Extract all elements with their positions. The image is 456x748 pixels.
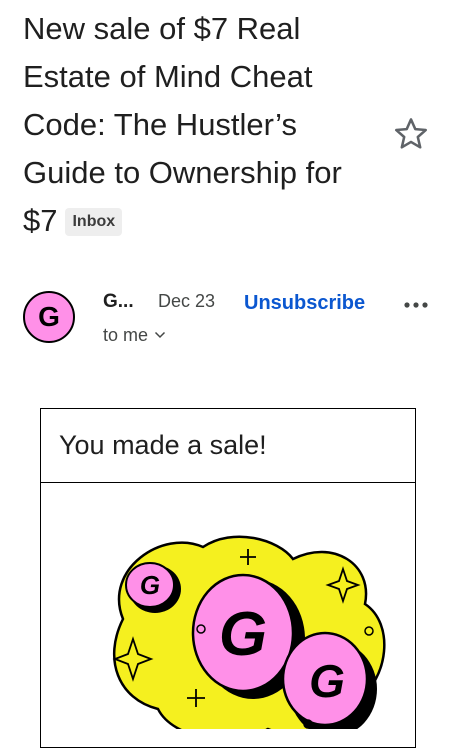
inbox-label-badge[interactable]: Inbox (65, 208, 123, 236)
more-horizontal-icon (404, 302, 428, 308)
email-body-card: You made a sale! G G G (40, 408, 416, 748)
card-title: You made a sale! (41, 409, 415, 483)
email-subject: New sale of $7 Real Estate of Mind Cheat… (23, 5, 373, 245)
sender-avatar[interactable]: G (23, 291, 75, 343)
star-button[interactable] (392, 115, 430, 153)
subject-text: New sale of $7 Real Estate of Mind Cheat… (23, 11, 342, 238)
chevron-down-icon (154, 323, 166, 344)
recipient-details-toggle[interactable]: to me (103, 323, 166, 346)
gumroad-coins-illustration: G G G (112, 535, 386, 729)
email-date: Dec 23 (158, 291, 216, 311)
sender-name[interactable]: G... (103, 291, 134, 313)
right-coin-letter: G (309, 655, 345, 707)
big-coin-letter: G (219, 600, 267, 669)
recipient-text: to me (103, 325, 149, 345)
star-outline-icon (395, 118, 427, 149)
small-coin-letter: G (140, 570, 160, 600)
more-options-button[interactable] (400, 293, 432, 317)
unsubscribe-link[interactable]: Unsubscribe (244, 292, 365, 315)
avatar-letter: G (38, 301, 60, 332)
